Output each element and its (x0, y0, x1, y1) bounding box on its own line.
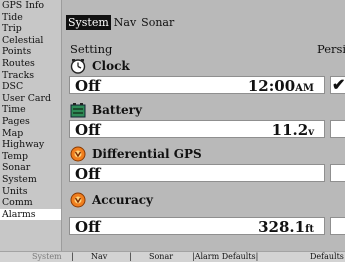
sidebar-item-map[interactable]: Map (0, 128, 61, 140)
sidebar-item-alarms[interactable]: Alarms (0, 208, 61, 221)
clock-label-text: Clock (92, 59, 130, 73)
battery-alarm-voltage: 11.2v (272, 122, 314, 141)
accuracy-label-text: Accuracy (92, 193, 154, 207)
sidebar-item-gps-info[interactable]: GPS Info (0, 0, 61, 12)
sidebar-item-tide[interactable]: Tide (0, 12, 61, 24)
clock-time-value: 12:00 (247, 77, 296, 95)
checkmark-icon: ✔ (332, 75, 345, 94)
accuracy-distance-unit: ft (305, 224, 314, 235)
accuracy-distance-value: 328.1 (258, 218, 306, 236)
sidebar-item-units[interactable]: Units (0, 186, 61, 198)
battery-alarm-label: Battery (70, 102, 142, 118)
sidebar-item-user-card[interactable]: User Card (0, 93, 61, 105)
dgps-alarm-label: Differential GPS (70, 146, 202, 162)
sidebar-item-celestial[interactable]: Celestial (0, 35, 61, 47)
sidebar-item-routes[interactable]: Routes (0, 58, 61, 70)
battery-icon (70, 103, 86, 118)
tab-sonar[interactable]: Sonar (139, 15, 176, 30)
dgps-label-text: Differential GPS (92, 147, 202, 161)
dgps-persist-checkbox[interactable] (330, 164, 345, 182)
sidebar-item-time[interactable]: Time (0, 104, 61, 116)
tab-nav[interactable]: Nav (112, 15, 138, 30)
battery-alarm-field[interactable]: Off 11.2v (69, 120, 325, 138)
clock-alarm-state: Off (75, 77, 101, 95)
battery-label-text: Battery (92, 103, 142, 117)
sidebar-item-points[interactable]: Points (0, 46, 61, 58)
softkey-bar: System | Nav | Sonar |Alarm Defaults| De… (0, 251, 345, 262)
dgps-alarm-field[interactable]: Off (69, 164, 325, 182)
accuracy-persist-checkbox[interactable] (330, 217, 345, 235)
battery-voltage-value: 11.2 (271, 121, 309, 139)
sidebar-item-highway[interactable]: Highway (0, 139, 61, 151)
clock-alarm-label: Clock (70, 58, 130, 74)
accuracy-alarm-distance: 328.1ft (258, 219, 314, 238)
persist-column-header: Persi (317, 42, 345, 56)
warning-icon (70, 192, 86, 208)
battery-persist-checkbox[interactable] (330, 120, 345, 138)
tab-bar: System Nav Sonar (66, 15, 177, 30)
accuracy-alarm-state: Off (75, 218, 101, 236)
clock-time-unit: AM (295, 83, 314, 94)
sidebar-item-dsc[interactable]: DSC (0, 81, 61, 93)
clock-persist-checkbox[interactable]: ✔ (330, 75, 345, 94)
sidebar-item-sonar[interactable]: Sonar (0, 162, 61, 174)
sidebar-item-tracks[interactable]: Tracks (0, 70, 61, 82)
setting-column-header: Setting (70, 42, 113, 56)
clock-alarm-time: 12:00AM (248, 78, 314, 97)
sidebar-item-comm[interactable]: Comm (0, 197, 61, 209)
warning-icon (70, 146, 86, 162)
clock-icon (70, 59, 86, 74)
sidebar-item-system[interactable]: System (0, 174, 61, 186)
battery-voltage-unit: v (308, 127, 314, 138)
accuracy-alarm-field[interactable]: Off 328.1ft (69, 217, 325, 235)
accuracy-alarm-label: Accuracy (70, 192, 153, 208)
clock-alarm-field[interactable]: Off 12:00AM (69, 76, 325, 94)
sidebar-item-trip[interactable]: Trip (0, 23, 61, 35)
sidebar-item-temp[interactable]: Temp (0, 151, 61, 163)
battery-alarm-state: Off (75, 121, 101, 139)
sidebar-item-pages[interactable]: Pages (0, 116, 61, 128)
tab-system[interactable]: System (66, 15, 111, 30)
dgps-alarm-state: Off (75, 165, 101, 183)
category-sidebar: GPS Info Tide Trip Celestial Points Rout… (0, 0, 62, 261)
